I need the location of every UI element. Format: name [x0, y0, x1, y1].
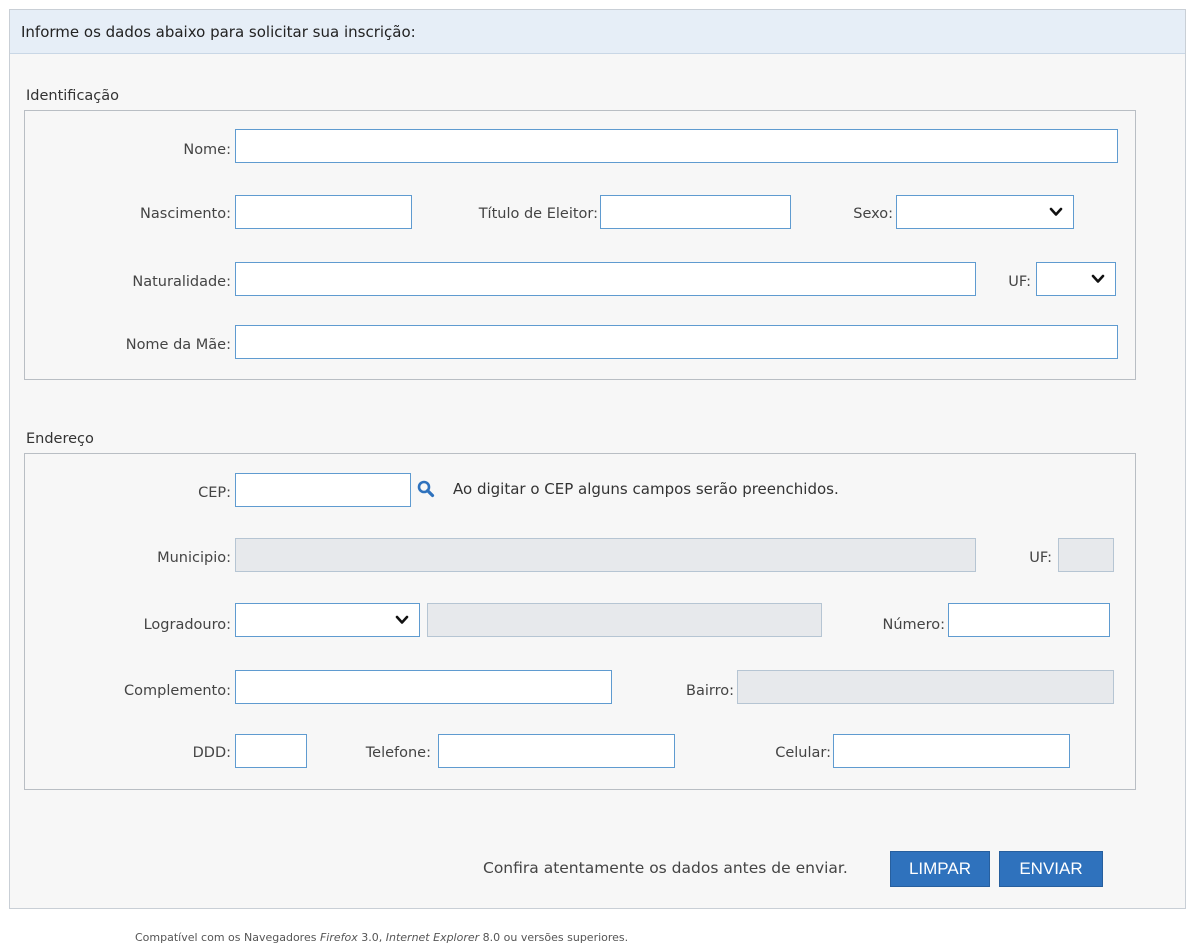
numero-label: Número:	[882, 617, 945, 633]
bairro-label: Bairro:	[686, 683, 734, 699]
chevron-down-icon	[395, 615, 409, 624]
chevron-down-icon	[1049, 207, 1063, 216]
logradouro-tipo-select[interactable]	[235, 603, 420, 637]
cep-label: CEP:	[198, 485, 231, 501]
uf-endereco-label: UF:	[1029, 550, 1052, 566]
uf-naturalidade-select[interactable]	[1036, 262, 1116, 296]
nascimento-input[interactable]	[235, 195, 412, 229]
complemento-input[interactable]	[235, 670, 612, 704]
form-header: Informe os dados abaixo para solicitar s…	[10, 10, 1185, 54]
sexo-label: Sexo:	[853, 206, 893, 222]
nome-mae-input[interactable]	[235, 325, 1118, 359]
nascimento-label: Nascimento:	[140, 206, 231, 222]
titulo-eleitor-input[interactable]	[600, 195, 791, 229]
ddd-input[interactable]	[235, 734, 307, 768]
complemento-label: Complemento:	[124, 683, 231, 699]
identificacao-legend: Identificação	[26, 88, 120, 104]
footer-version-ie: 8.0 ou versões superiores.	[479, 931, 629, 944]
footer-browser-ie: Internet Explorer	[385, 931, 480, 944]
bairro-input[interactable]	[737, 670, 1114, 704]
celular-label: Celular:	[775, 745, 831, 761]
sexo-select[interactable]	[896, 195, 1074, 229]
endereco-legend: Endereço	[26, 431, 94, 447]
naturalidade-input[interactable]	[235, 262, 976, 296]
footer-prefix: Compatível com os Navegadores	[135, 931, 320, 944]
search-icon[interactable]	[416, 479, 436, 499]
chevron-down-icon	[1091, 274, 1105, 283]
titulo-eleitor-label: Título de Eleitor:	[478, 206, 598, 222]
submit-button[interactable]: ENVIAR	[999, 851, 1103, 887]
naturalidade-label: Naturalidade:	[132, 274, 231, 290]
cep-hint: Ao digitar o CEP alguns campos serão pre…	[453, 480, 839, 498]
nome-mae-label: Nome da Mãe:	[125, 337, 231, 353]
telefone-label: Telefone:	[365, 745, 431, 761]
nome-label: Nome:	[183, 142, 231, 158]
footer-version-firefox: 3.0,	[357, 931, 386, 944]
nome-input[interactable]	[235, 129, 1118, 163]
uf-endereco-input[interactable]	[1058, 538, 1114, 572]
clear-button[interactable]: LIMPAR	[890, 851, 990, 887]
telefone-input[interactable]	[438, 734, 675, 768]
uf-naturalidade-label: UF:	[1008, 274, 1031, 290]
logradouro-label: Logradouro:	[143, 617, 231, 633]
numero-input[interactable]	[948, 603, 1110, 637]
celular-input[interactable]	[833, 734, 1070, 768]
browser-compatibility-note: Compatível com os Navegadores Firefox 3.…	[135, 931, 628, 944]
municipio-label: Municipio:	[157, 550, 231, 566]
ddd-label: DDD:	[192, 745, 231, 761]
logradouro-input[interactable]	[427, 603, 822, 637]
review-notice: Confira atentamente os dados antes de en…	[483, 859, 848, 877]
cep-input[interactable]	[235, 473, 411, 507]
municipio-input[interactable]	[235, 538, 976, 572]
footer-browser-firefox: Firefox	[319, 931, 358, 944]
